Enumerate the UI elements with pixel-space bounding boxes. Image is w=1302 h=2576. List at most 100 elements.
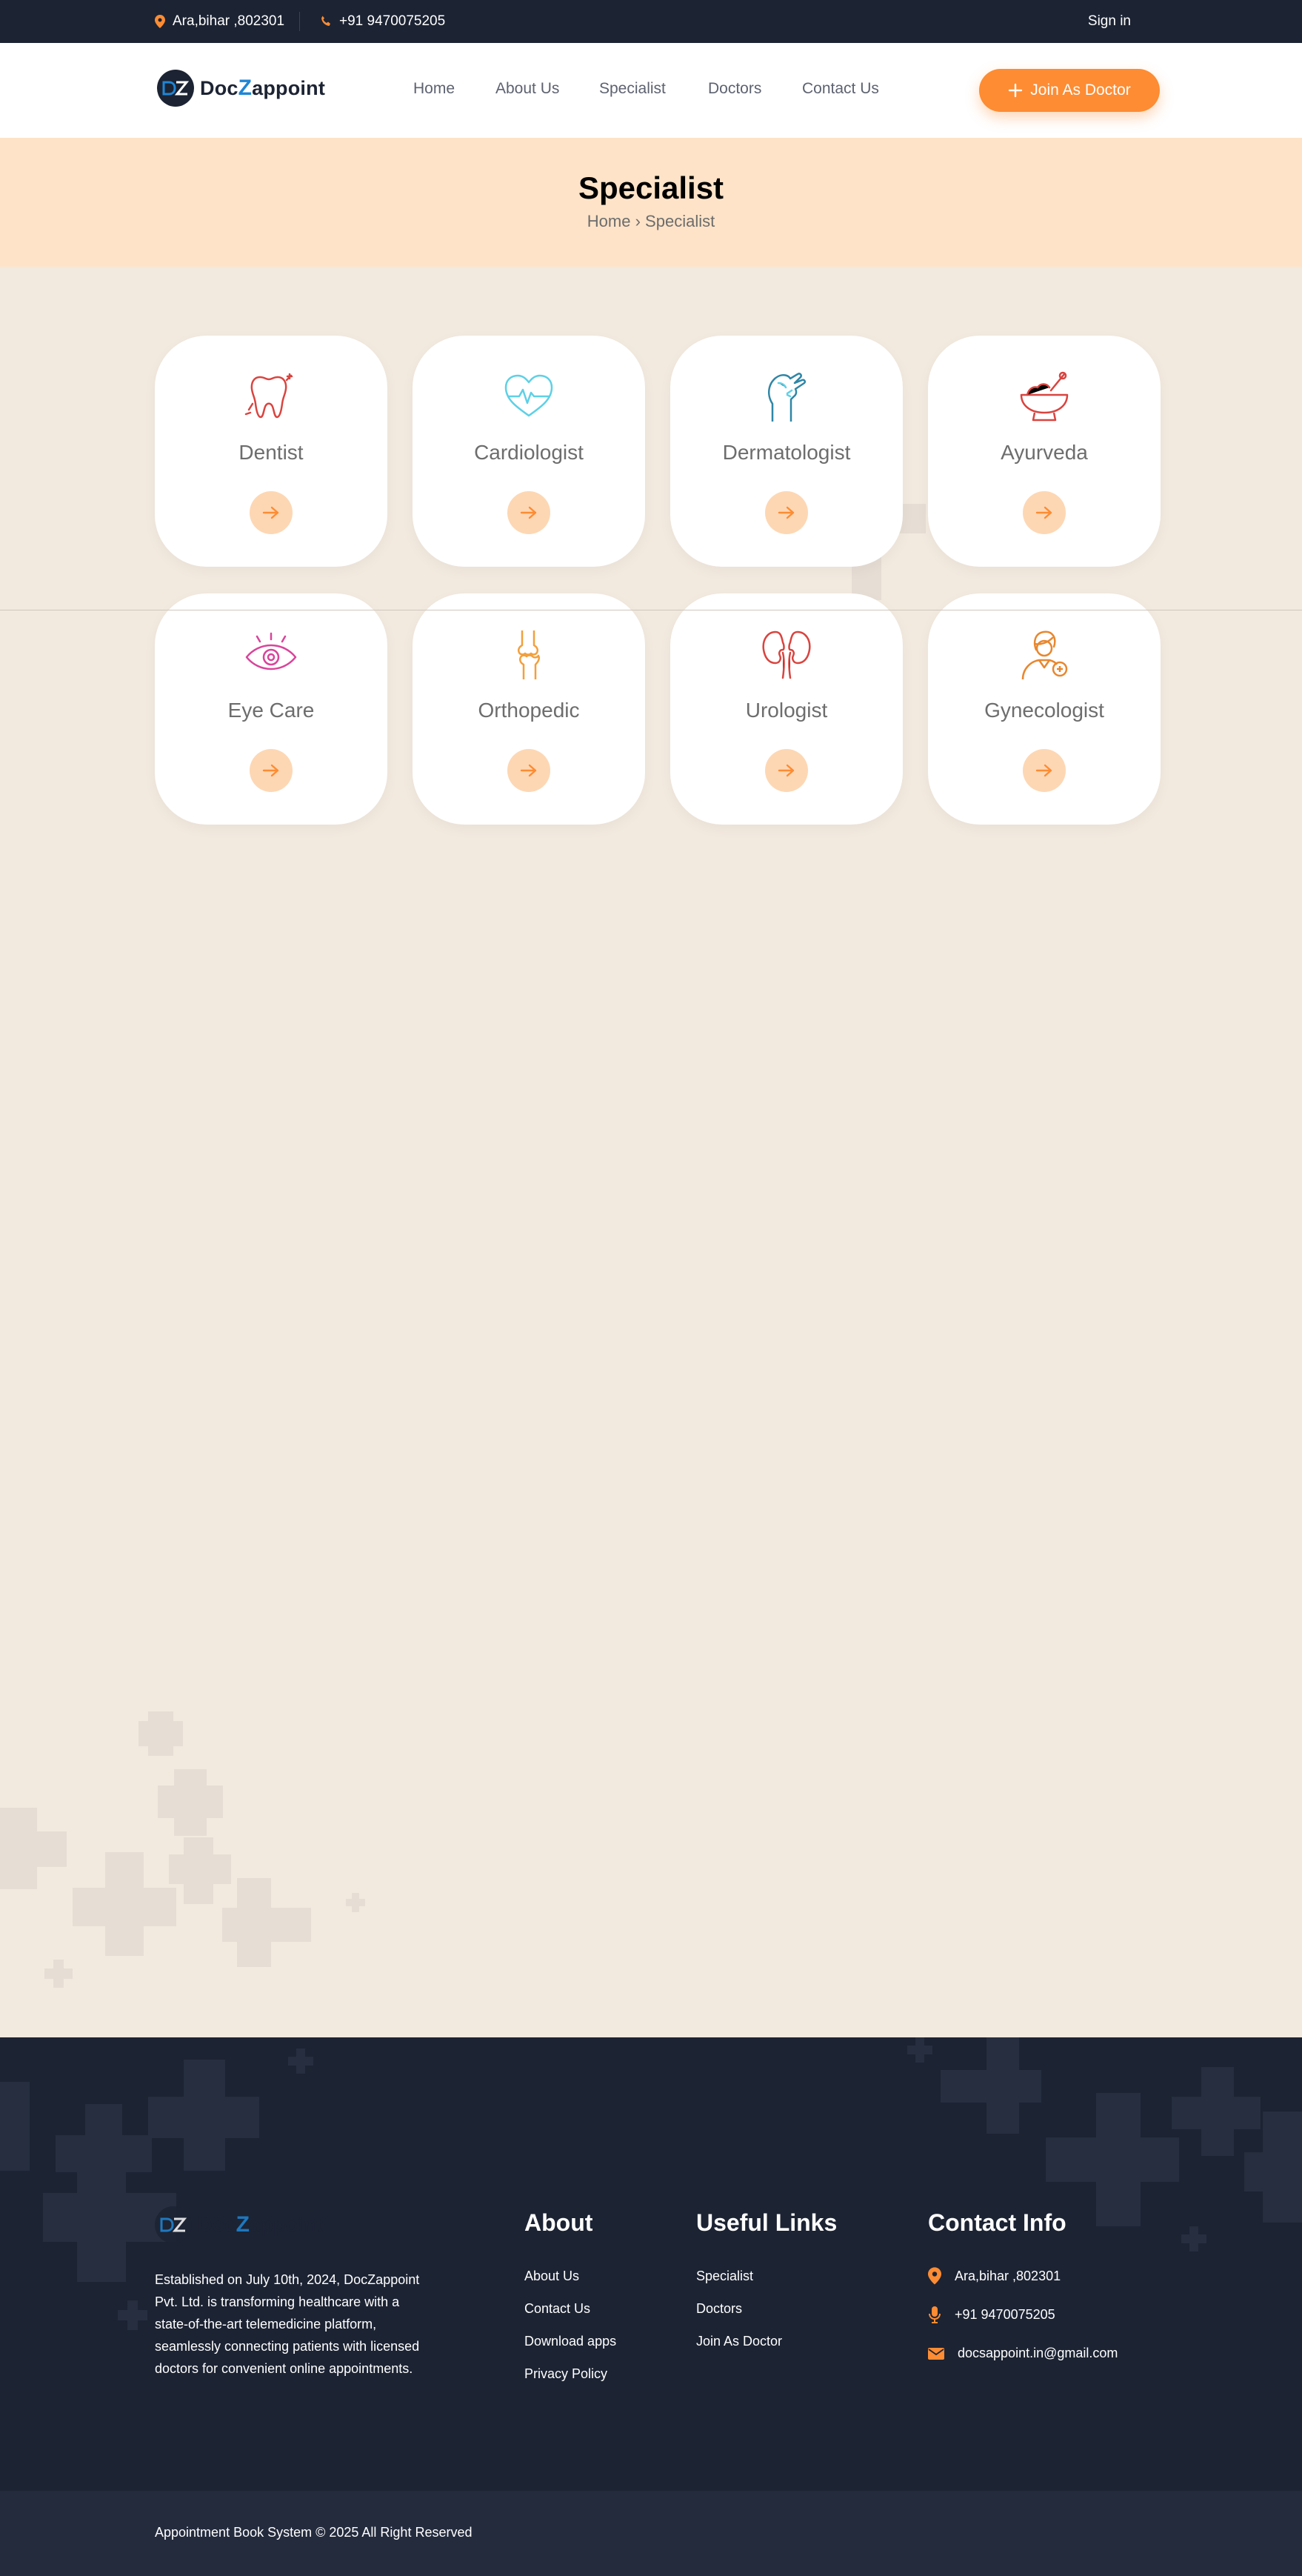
specialist-name: Dentist — [238, 441, 304, 464]
nav-home[interactable]: Home — [413, 80, 455, 98]
topbar-phone-text: +91 9470075205 — [339, 13, 446, 29]
footer-about-title: About — [524, 2209, 593, 2236]
specialist-card-gynecologist[interactable]: Gynecologist — [928, 593, 1161, 825]
plus-icon — [1009, 83, 1023, 98]
join-button-label: Join As Doctor — [1030, 81, 1131, 99]
specialist-card-urologist[interactable]: Urologist — [670, 593, 903, 825]
topbar-address: Ara,bihar ,802301 — [155, 13, 284, 30]
footer-link-specialist[interactable]: Specialist — [696, 2269, 753, 2284]
footer-contact-title: Contact Info — [928, 2209, 1066, 2236]
bg-cross-decor — [158, 1785, 223, 1818]
bg-cross-decor — [118, 2310, 147, 2320]
skin-hand-icon — [759, 370, 814, 425]
specialist-name: Dermatologist — [722, 441, 851, 464]
footer-contact-phone[interactable]: +91 9470075205 — [928, 2306, 1055, 2323]
site-footer: DocZappoint Established on July 10th, 20… — [0, 2037, 1302, 2491]
bg-cross-decor — [1172, 2097, 1261, 2129]
footer-address-text: Ara,bihar ,802301 — [955, 2268, 1061, 2283]
footer-link-contact-us[interactable]: Contact Us — [524, 2301, 590, 2317]
topbar-address-text: Ara,bihar ,802301 — [173, 13, 285, 29]
specialist-card-dentist[interactable]: Dentist — [155, 336, 387, 567]
bg-cross-decor — [0, 1831, 67, 1867]
kidney-icon — [759, 628, 814, 682]
join-as-doctor-button[interactable]: Join As Doctor — [979, 69, 1160, 112]
bg-cross-decor — [222, 1908, 311, 1942]
arrow-right-icon[interactable] — [1023, 491, 1066, 534]
map-pin-icon — [928, 2267, 941, 2285]
arrow-right-icon[interactable] — [765, 491, 808, 534]
page-banner: Specialist Home › Specialist — [0, 138, 1302, 267]
heart-pulse-icon — [501, 370, 556, 425]
footer-link-doctors[interactable]: Doctors — [696, 2301, 742, 2317]
footer-contact-address: Ara,bihar ,802301 — [928, 2267, 1061, 2285]
footer-about-text: Established on July 10th, 2024, DocZappo… — [155, 2272, 420, 2376]
footer-contact-email[interactable]: docsappoint.in@gmail.com — [928, 2346, 1118, 2361]
footer-link-download-apps[interactable]: Download apps — [524, 2334, 616, 2349]
breadcrumb-home[interactable]: Home — [587, 212, 631, 230]
specialist-card-ayurveda[interactable]: Ayurveda — [928, 336, 1161, 567]
copyright-bar: Appointment Book System © 2025 All Right… — [0, 2491, 1302, 2576]
specialist-name: Cardiologist — [474, 441, 584, 464]
mortar-bowl-icon — [1017, 370, 1072, 425]
specialist-card-eye-care[interactable]: Eye Care — [155, 593, 387, 825]
signin-link[interactable]: Sign in — [1088, 13, 1131, 30]
bg-cross-decor — [73, 1888, 176, 1926]
eye-icon — [244, 628, 298, 682]
footer-email-text: docsappoint.in@gmail.com — [958, 2346, 1118, 2360]
arrow-right-icon[interactable] — [765, 749, 808, 792]
bg-cross-decor — [169, 1854, 231, 1884]
bg-cross-decor — [44, 1968, 73, 1979]
specialist-card-cardiologist[interactable]: Cardiologist — [413, 336, 645, 567]
map-pin-icon — [155, 15, 165, 28]
footer-useful-title: Useful Links — [696, 2209, 838, 2236]
specialist-name: Gynecologist — [984, 699, 1104, 722]
logo-text: DocZappoint — [200, 76, 326, 100]
bg-cross-decor — [941, 2070, 1041, 2103]
arrow-right-icon[interactable] — [250, 491, 293, 534]
bg-cross-decor — [148, 2097, 259, 2138]
bg-cross-decor — [346, 1899, 365, 1906]
knee-joint-icon — [501, 628, 556, 682]
bg-cross-decor — [0, 2082, 30, 2171]
footer-link-privacy-policy[interactable]: Privacy Policy — [524, 2366, 607, 2382]
specialist-name: Eye Care — [227, 699, 315, 722]
arrow-right-icon[interactable] — [1023, 749, 1066, 792]
footer-phone-text: +91 9470075205 — [955, 2306, 1055, 2322]
female-doctor-icon — [1017, 628, 1072, 682]
page-title: Specialist — [578, 170, 724, 205]
envelope-icon — [928, 2347, 944, 2360]
bg-cross-decor — [907, 2046, 932, 2054]
specialist-name: Ayurveda — [1001, 441, 1088, 464]
breadcrumb-separator: › — [635, 212, 641, 230]
footer-link-about-us[interactable]: About Us — [524, 2269, 579, 2284]
nav-contact-us[interactable]: Contact Us — [802, 80, 879, 98]
logo-text: DocZappoint — [198, 2212, 324, 2237]
bg-cross-decor — [1244, 2152, 1302, 2191]
arrow-right-icon[interactable] — [250, 749, 293, 792]
site-logo[interactable]: DocZappoint — [157, 70, 325, 107]
top-info-bar: Ara,bihar ,802301 +91 9470075205 Sign in — [0, 0, 1302, 43]
topbar-phone[interactable]: +91 9470075205 — [320, 13, 445, 30]
nav-doctors[interactable]: Doctors — [708, 80, 761, 98]
copyright-text: Appointment Book System © 2025 All Right… — [155, 2525, 473, 2540]
breadcrumb: Home › Specialist — [0, 212, 1302, 231]
specialist-card-dermatologist[interactable]: Dermatologist — [670, 336, 903, 567]
specialist-card-orthopedic[interactable]: Orthopedic — [413, 593, 645, 825]
breadcrumb-current: Specialist — [645, 212, 715, 230]
logo-mark-icon — [155, 2206, 192, 2243]
topbar-divider — [299, 12, 300, 31]
bg-cross-decor — [138, 1721, 183, 1746]
tooth-icon — [244, 370, 298, 425]
arrow-right-icon[interactable] — [507, 749, 550, 792]
nav-specialist[interactable]: Specialist — [599, 80, 666, 98]
arrow-right-icon[interactable] — [507, 491, 550, 534]
nav-about-us[interactable]: About Us — [495, 80, 559, 98]
specialist-name: Urologist — [745, 699, 828, 722]
specialist-name: Orthopedic — [478, 699, 580, 722]
footer-link-join-as-doctor[interactable]: Join As Doctor — [696, 2334, 782, 2349]
logo-mark-icon — [157, 70, 194, 107]
main-header: DocZappoint Home About Us Specialist Doc… — [0, 43, 1302, 138]
bg-cross-decor — [288, 2057, 313, 2066]
bg-cross-decor — [1181, 2234, 1206, 2243]
footer-logo[interactable]: DocZappoint — [155, 2206, 323, 2243]
